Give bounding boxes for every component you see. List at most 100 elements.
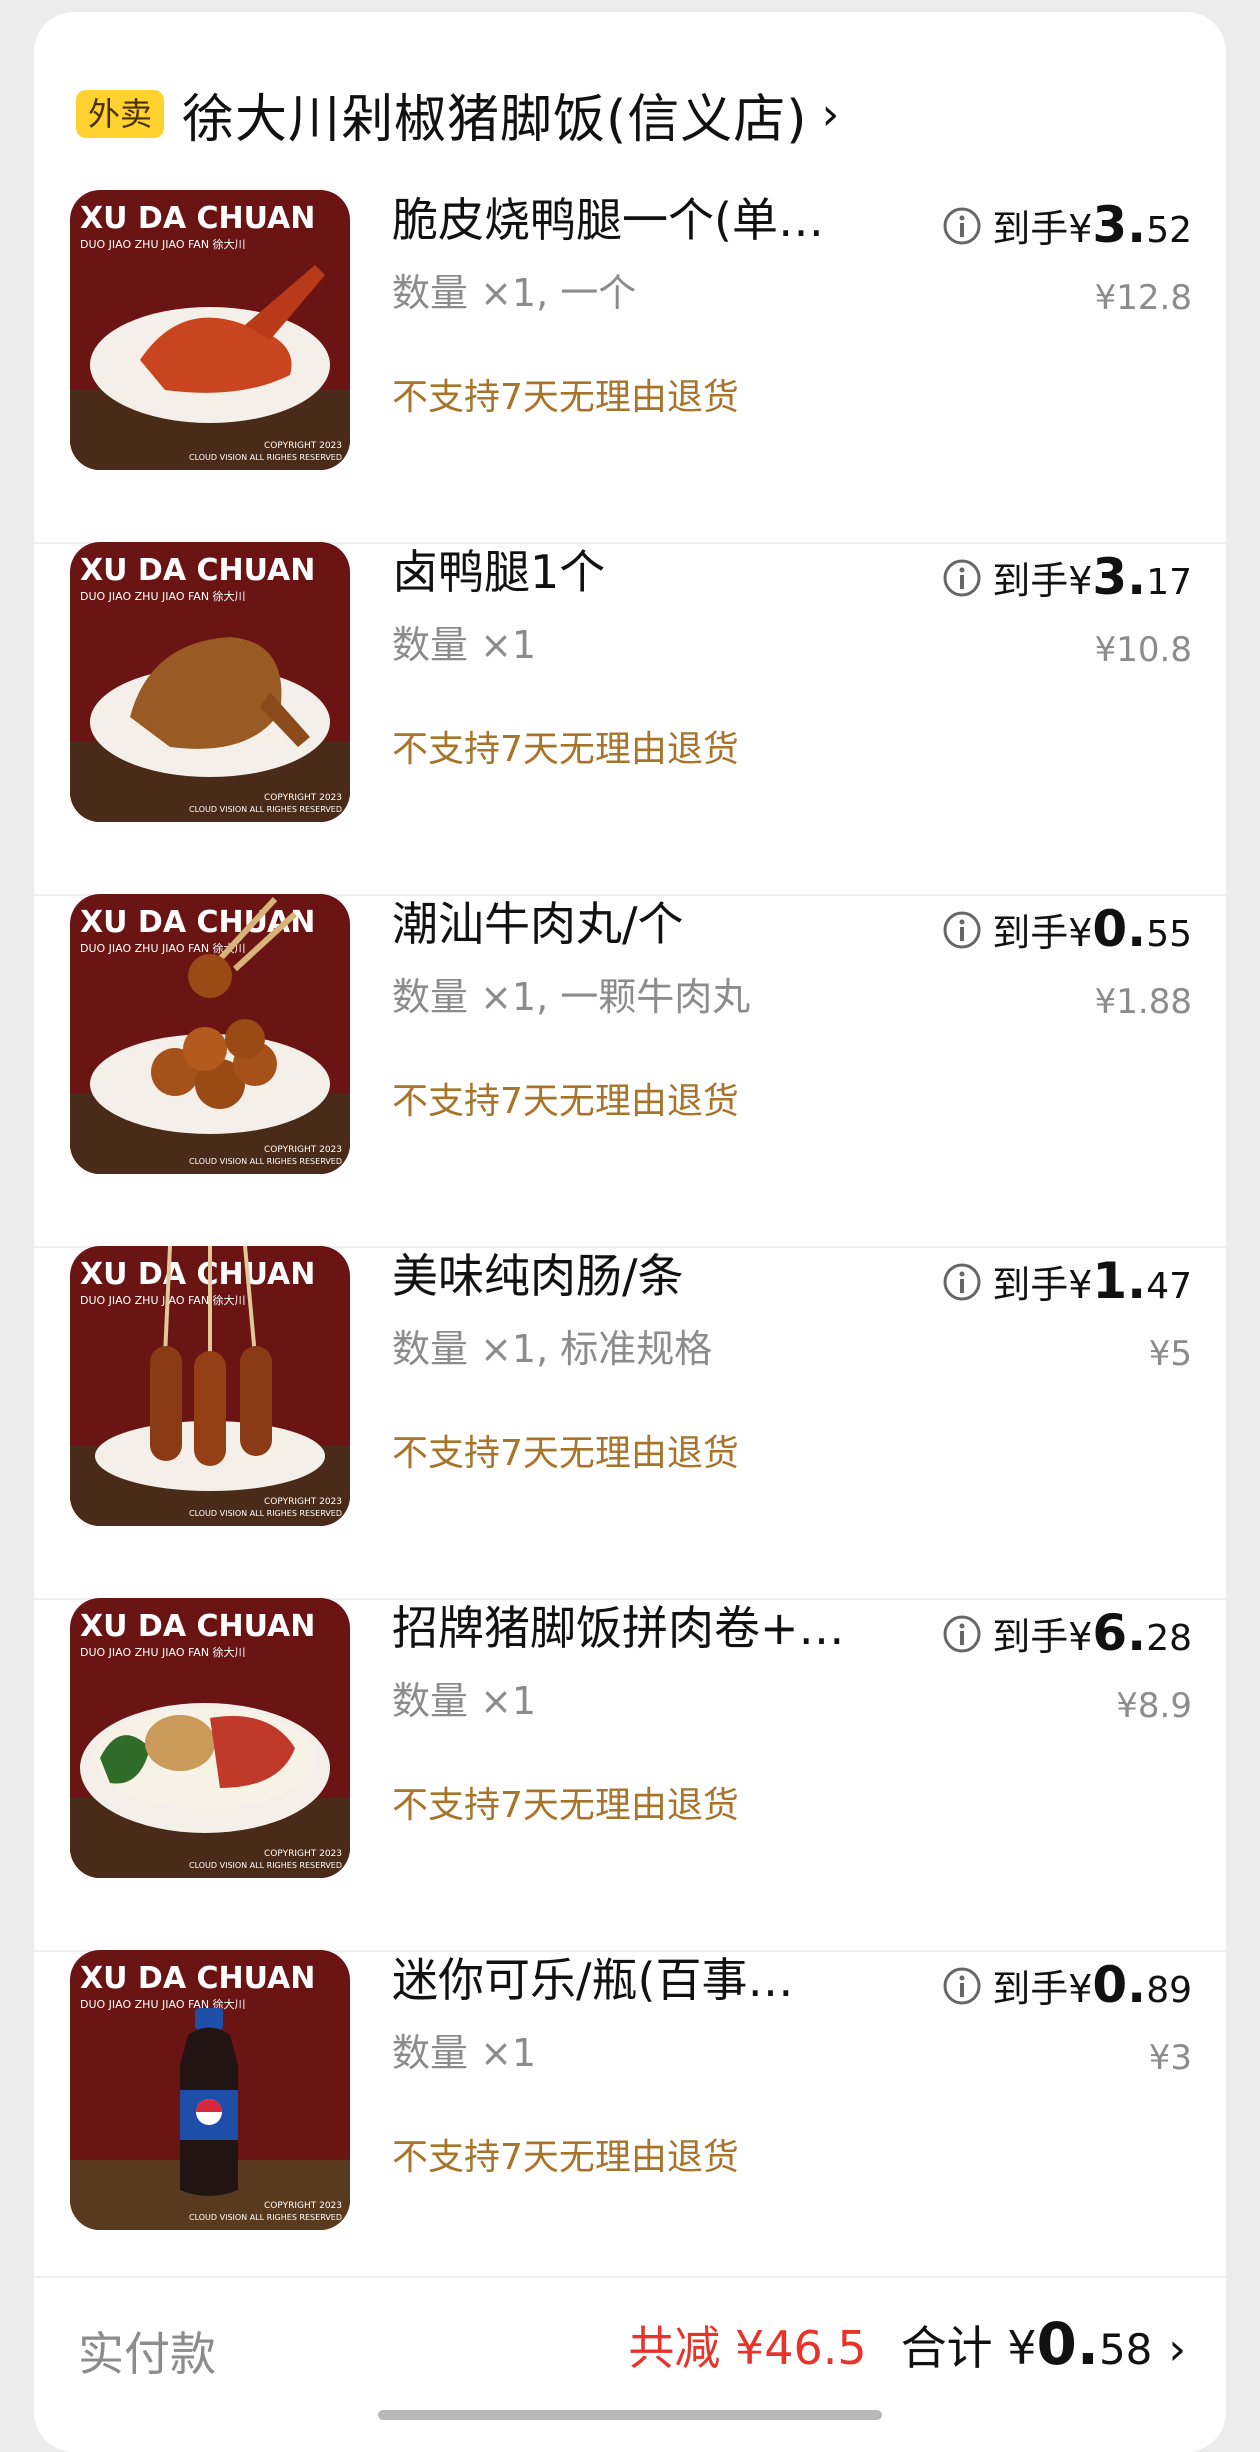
info-icon[interactable] xyxy=(942,1262,982,1302)
return-policy: 不支持7天无理由退货 xyxy=(392,729,739,770)
item-quantity: 数量 ×1, 一颗牛肉丸 xyxy=(392,975,751,1019)
thumb-brand-subtitle: DUO JIAO ZHU JIAO FAN 徐大川 xyxy=(80,1293,246,1307)
info-icon[interactable] xyxy=(942,558,982,598)
item-title[interactable]: 迷你可乐/瓶(百事… xyxy=(392,1950,872,2010)
thumb-copyright-1: COPYRIGHT 2023 xyxy=(264,1145,342,1155)
thumb-copyright-2: CLOUD VISION ALL RIGHES RESERVED xyxy=(189,1861,342,1870)
return-policy: 不支持7天无理由退货 xyxy=(392,2137,739,2178)
price-decimal: 28 xyxy=(1146,1618,1192,1659)
thumb-brand-subtitle: DUO JIAO ZHU JIAO FAN 徐大川 xyxy=(80,1645,246,1659)
price-label: 到手¥ xyxy=(992,1615,1093,1659)
item-quantity: 数量 ×1, 一个 xyxy=(392,271,637,315)
thumb-brand-title: XU DA CHUAN xyxy=(80,1961,315,1996)
original-price: ¥5 xyxy=(1148,1334,1192,1374)
original-price: ¥3 xyxy=(1148,2038,1192,2078)
price-decimal: 52 xyxy=(1146,210,1192,251)
paid-amount-label: 实付款 xyxy=(78,2327,216,2381)
shop-header[interactable]: 外卖 徐大川剁椒猪脚饭(信义店) › xyxy=(76,74,839,154)
original-price: ¥10.8 xyxy=(1094,630,1192,670)
thumb-brand-subtitle: DUO JIAO ZHU JIAO FAN 徐大川 xyxy=(80,237,246,251)
final-price: 到手¥ 3. 17 xyxy=(942,548,1192,606)
item-thumbnail[interactable]: XU DA CHUAN DUO JIAO ZHU JIAO FAN 徐大川 CO… xyxy=(70,1598,350,1878)
price-label: 到手¥ xyxy=(992,207,1093,251)
price-integer: 0. xyxy=(1092,900,1147,958)
item-thumbnail[interactable]: XU DA CHUAN DUO JIAO ZHU JIAO FAN 徐大川 CO… xyxy=(70,894,350,1174)
price-label: 到手¥ xyxy=(992,1263,1093,1307)
original-price: ¥1.88 xyxy=(1094,982,1192,1022)
price-label: 到手¥ xyxy=(992,1967,1093,2011)
thumb-copyright-1: COPYRIGHT 2023 xyxy=(264,441,342,451)
delivery-tag: 外卖 xyxy=(76,90,165,138)
order-item[interactable]: XU DA CHUAN DUO JIAO ZHU JIAO FAN 徐大川 CO… xyxy=(34,190,1226,544)
total-integer: 0. xyxy=(1036,2310,1099,2378)
original-price: ¥12.8 xyxy=(1094,278,1192,318)
chevron-right-icon[interactable]: › xyxy=(1168,2324,1186,2375)
original-price: ¥8.9 xyxy=(1116,1686,1192,1726)
final-price: 到手¥ 6. 28 xyxy=(942,1604,1192,1662)
final-price: 到手¥ 0. 55 xyxy=(942,900,1192,958)
price-decimal: 17 xyxy=(1146,562,1192,603)
total-decimal: 58 xyxy=(1098,2325,1153,2374)
item-title[interactable]: 美味纯肉肠/条 xyxy=(392,1246,872,1306)
final-price: 到手¥ 3. 52 xyxy=(942,196,1192,254)
thumb-brand-title: XU DA CHUAN xyxy=(80,553,315,588)
final-price: 到手¥ 0. 89 xyxy=(942,1956,1192,2014)
info-icon[interactable] xyxy=(942,206,982,246)
thumb-brand-title: XU DA CHUAN xyxy=(80,1257,315,1292)
thumb-brand-subtitle: DUO JIAO ZHU JIAO FAN 徐大川 xyxy=(80,941,246,955)
item-title[interactable]: 卤鸭腿1个 xyxy=(392,542,872,602)
thumb-brand-title: XU DA CHUAN xyxy=(80,201,315,236)
price-integer: 6. xyxy=(1092,1604,1147,1662)
price-integer: 3. xyxy=(1092,196,1147,254)
order-item[interactable]: XU DA CHUAN DUO JIAO ZHU JIAO FAN 徐大川 CO… xyxy=(34,894,1226,1248)
order-card: 外卖 徐大川剁椒猪脚饭(信义店) › XU DA CHUAN DUO JIAO … xyxy=(34,12,1226,2452)
order-item[interactable]: XU DA CHUAN DUO JIAO ZHU JIAO FAN 徐大川 CO… xyxy=(34,542,1226,896)
home-indicator[interactable] xyxy=(378,2410,882,2420)
price-integer: 1. xyxy=(1092,1252,1147,1310)
price-integer: 3. xyxy=(1092,548,1147,606)
item-title[interactable]: 脆皮烧鸭腿一个(单… xyxy=(392,190,872,250)
return-policy: 不支持7天无理由退货 xyxy=(392,1785,739,1826)
item-thumbnail[interactable]: XU DA CHUAN DUO JIAO ZHU JIAO FAN 徐大川 CO… xyxy=(70,190,350,470)
price-integer: 0. xyxy=(1092,1956,1147,2014)
thumb-copyright-1: COPYRIGHT 2023 xyxy=(264,1497,342,1507)
info-icon[interactable] xyxy=(942,910,982,950)
item-quantity: 数量 ×1, 标准规格 xyxy=(392,1327,713,1371)
thumb-brand-title: XU DA CHUAN xyxy=(80,1609,315,1644)
shop-name[interactable]: 徐大川剁椒猪脚饭(信义店) xyxy=(182,77,808,152)
return-policy: 不支持7天无理由退货 xyxy=(392,1081,739,1122)
item-thumbnail[interactable]: XU DA CHUAN DUO JIAO ZHU JIAO FAN 徐大川 CO… xyxy=(70,542,350,822)
item-title[interactable]: 招牌猪脚饭拼肉卷+… xyxy=(392,1598,872,1658)
return-policy: 不支持7天无理由退货 xyxy=(392,1433,739,1474)
thumb-copyright-2: CLOUD VISION ALL RIGHES RESERVED xyxy=(189,1157,342,1166)
thumb-copyright-2: CLOUD VISION ALL RIGHES RESERVED xyxy=(189,1509,342,1518)
thumb-brand-title: XU DA CHUAN xyxy=(80,905,315,940)
item-thumbnail[interactable]: XU DA CHUAN DUO JIAO ZHU JIAO FAN 徐大川 CO… xyxy=(70,1950,350,2230)
price-label: 到手¥ xyxy=(992,559,1093,603)
item-thumbnail[interactable]: XU DA CHUAN DUO JIAO ZHU JIAO FAN 徐大川 CO… xyxy=(70,1246,350,1526)
order-item[interactable]: XU DA CHUAN DUO JIAO ZHU JIAO FAN 徐大川 CO… xyxy=(34,1598,1226,1952)
chevron-right-icon[interactable]: › xyxy=(822,89,840,140)
item-quantity: 数量 ×1 xyxy=(392,1679,537,1723)
thumb-copyright-2: CLOUD VISION ALL RIGHES RESERVED xyxy=(189,453,342,462)
price-decimal: 55 xyxy=(1146,914,1192,955)
price-decimal: 47 xyxy=(1146,1266,1192,1307)
order-item[interactable]: XU DA CHUAN DUO JIAO ZHU JIAO FAN 徐大川 CO… xyxy=(34,1950,1226,2302)
final-price: 到手¥ 1. 47 xyxy=(942,1252,1192,1310)
info-icon[interactable] xyxy=(942,1614,982,1654)
price-decimal: 89 xyxy=(1146,1970,1192,2011)
total-label: 合计 ¥ xyxy=(900,2321,1037,2375)
info-icon[interactable] xyxy=(942,1966,982,2006)
thumb-copyright-2: CLOUD VISION ALL RIGHES RESERVED xyxy=(189,805,342,814)
thumb-copyright-2: CLOUD VISION ALL RIGHES RESERVED xyxy=(189,2213,342,2222)
thumb-copyright-1: COPYRIGHT 2023 xyxy=(264,793,342,803)
thumb-copyright-1: COPYRIGHT 2023 xyxy=(264,2201,342,2211)
thumb-copyright-1: COPYRIGHT 2023 xyxy=(264,1849,342,1859)
item-quantity: 数量 ×1 xyxy=(392,2031,537,2075)
total-discount: 共减 ¥46.5 xyxy=(628,2321,867,2375)
item-quantity: 数量 ×1 xyxy=(392,623,537,667)
payment-total[interactable]: 共减 ¥46.5 合计 ¥0. 58 › xyxy=(628,2310,1186,2378)
item-title[interactable]: 潮汕牛肉丸/个 xyxy=(392,894,872,954)
order-item[interactable]: XU DA CHUAN DUO JIAO ZHU JIAO FAN 徐大川 CO… xyxy=(34,1246,1226,1600)
price-label: 到手¥ xyxy=(992,911,1093,955)
